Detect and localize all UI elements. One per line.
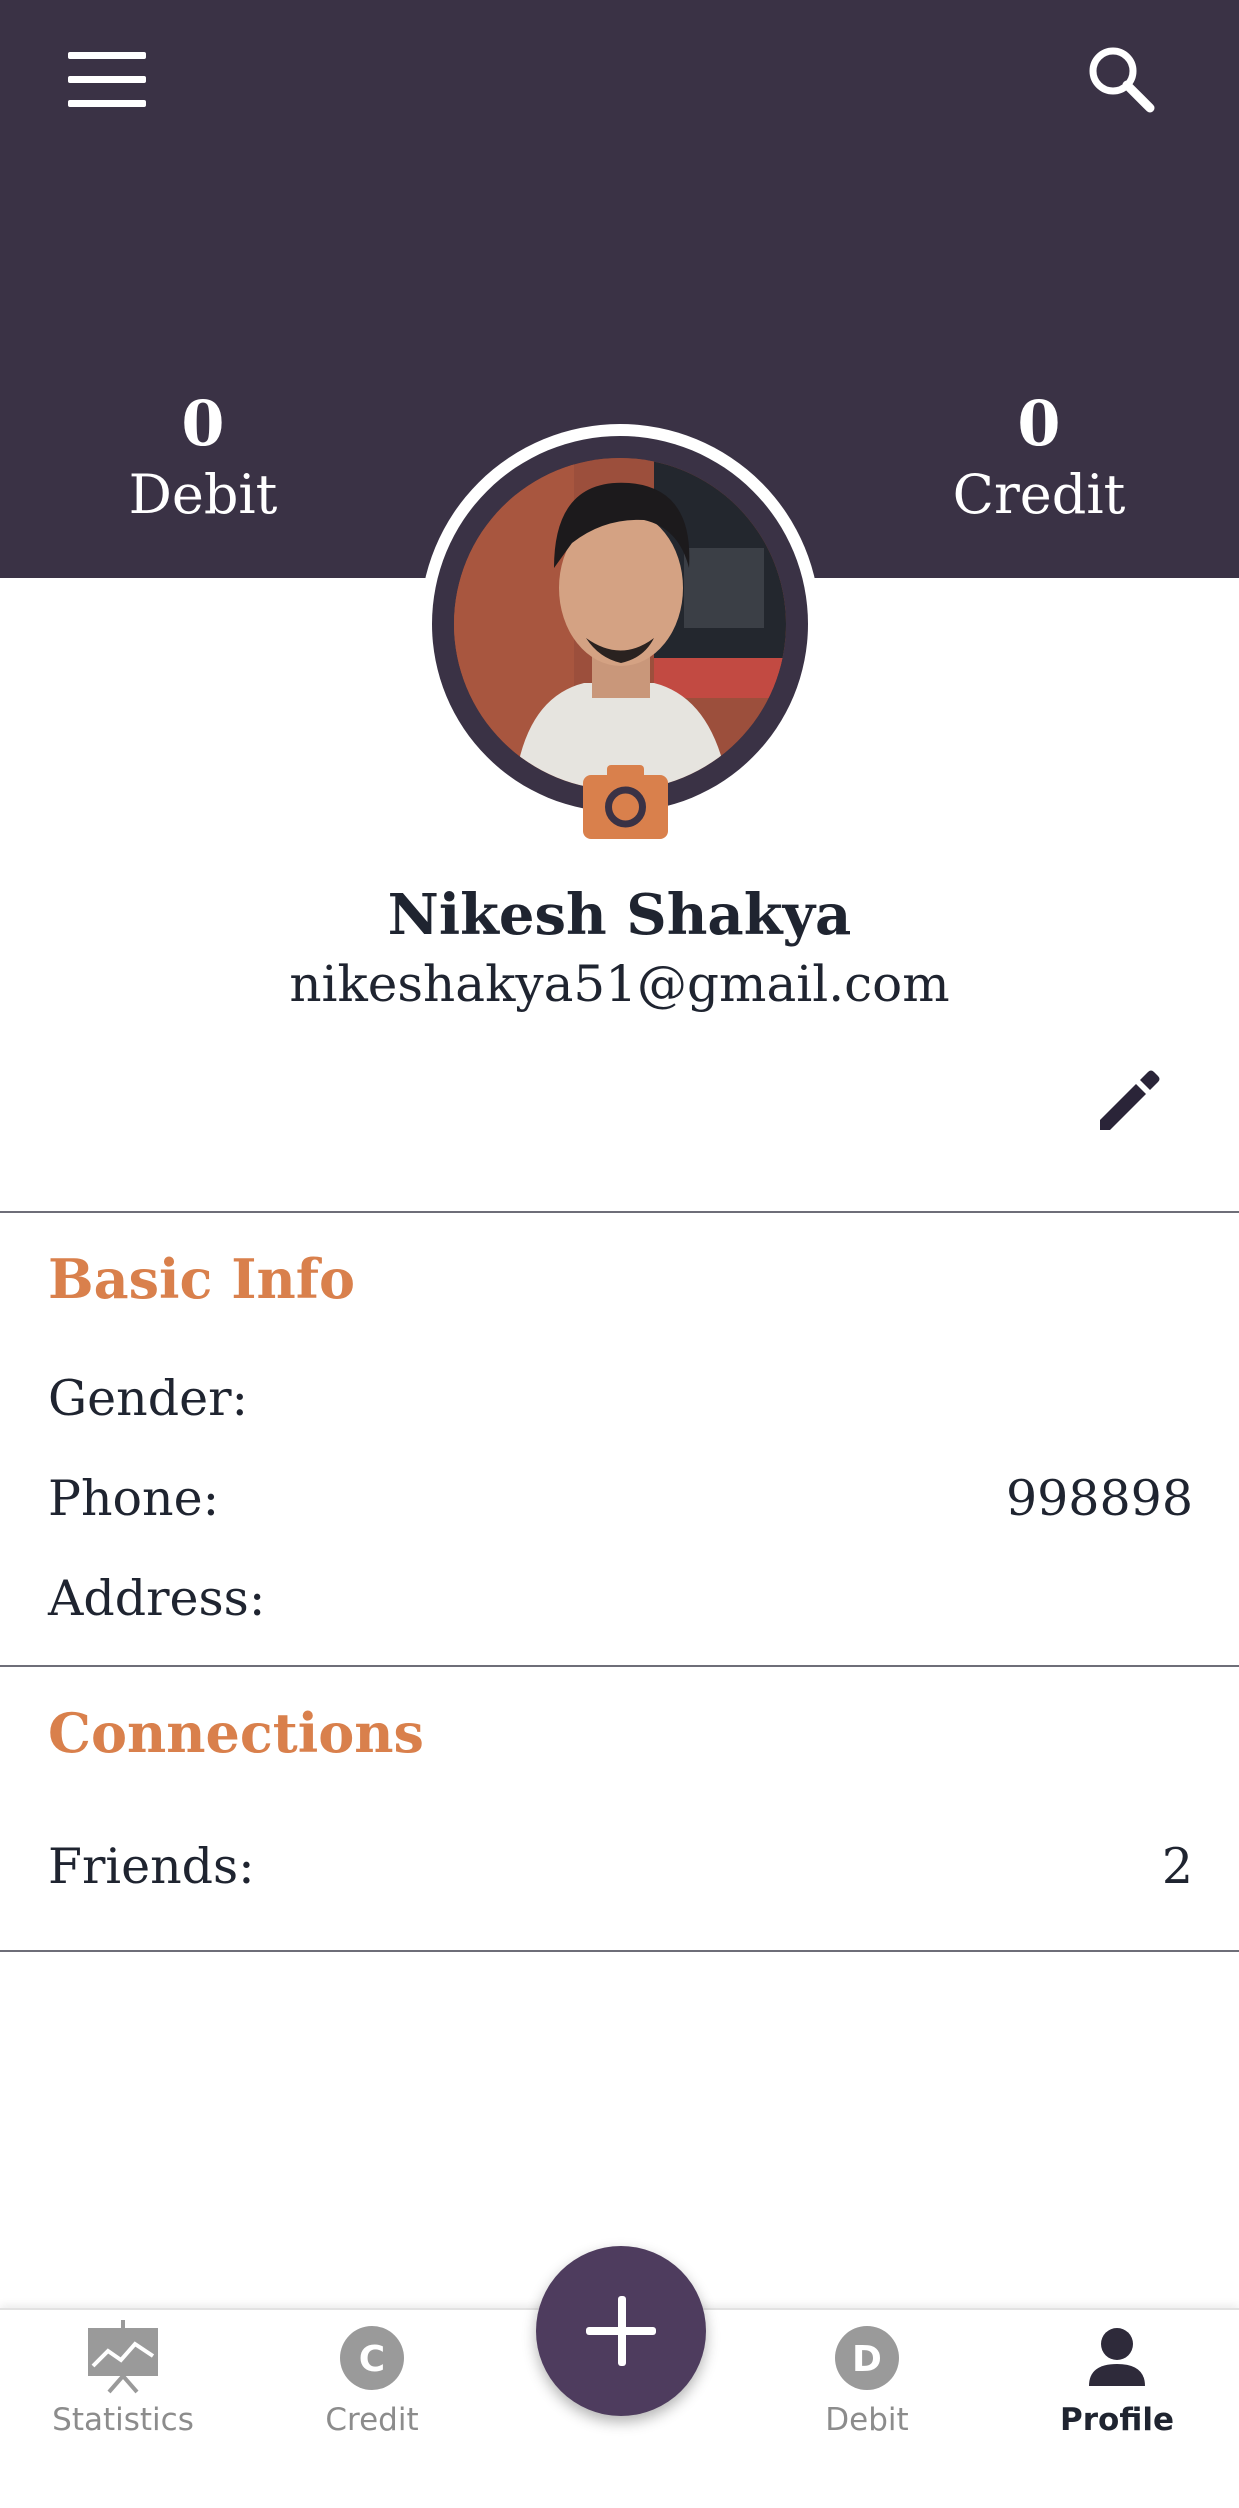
debit-d-icon: D	[835, 2326, 899, 2390]
debit-label: Debit	[128, 463, 278, 526]
nav-item-profile[interactable]: Profile	[1017, 2316, 1217, 2466]
nav-label-credit: Credit	[325, 2402, 419, 2438]
person-icon	[1089, 2328, 1145, 2386]
add-transaction-button[interactable]	[536, 2246, 706, 2416]
nav-label-profile: Profile	[1060, 2402, 1174, 2438]
friends-label: Friends:	[48, 1838, 255, 1895]
pencil-edit-icon[interactable]	[1094, 1066, 1164, 1136]
svg-text:D: D	[852, 2339, 882, 2380]
friends-count: 2	[1161, 1838, 1193, 1895]
credit-label: Credit	[952, 463, 1126, 526]
user-email: nikeshakya51@gmail.com	[289, 955, 950, 1013]
svg-text:C: C	[359, 2339, 385, 2380]
search-icon[interactable]	[1084, 42, 1158, 116]
divider	[0, 1211, 1239, 1213]
avatar-photo-image	[454, 458, 786, 790]
camera-icon[interactable]	[583, 765, 668, 839]
credit-summary: 0 Credit	[889, 388, 1189, 530]
statistics-icon	[88, 2320, 158, 2394]
credit-total: 0	[1017, 387, 1061, 460]
hamburger-menu-icon[interactable]	[68, 52, 146, 108]
nav-label-debit: Debit	[825, 2402, 909, 2438]
credit-c-icon: C	[340, 2326, 404, 2390]
debit-summary: 0 Debit	[53, 388, 353, 530]
avatar[interactable]	[454, 458, 786, 790]
basic-info-title: Basic Info	[48, 1247, 355, 1311]
nav-label-statistics: Statistics	[52, 2402, 194, 2438]
phone-value: 998898	[1005, 1470, 1193, 1527]
nav-item-credit[interactable]: C Credit	[272, 2316, 472, 2466]
connections-title: Connections	[48, 1701, 424, 1765]
divider	[0, 1665, 1239, 1667]
phone-label: Phone:	[48, 1470, 220, 1527]
nav-item-debit[interactable]: D Debit	[767, 2316, 967, 2466]
divider	[0, 1950, 1239, 1952]
gender-label: Gender:	[48, 1370, 248, 1427]
plus-icon-bar	[586, 2327, 656, 2335]
address-label: Address:	[48, 1570, 266, 1627]
nav-item-statistics[interactable]: Statistics	[23, 2316, 223, 2466]
debit-total: 0	[181, 387, 225, 460]
user-name: Nikesh Shakya	[387, 882, 852, 948]
